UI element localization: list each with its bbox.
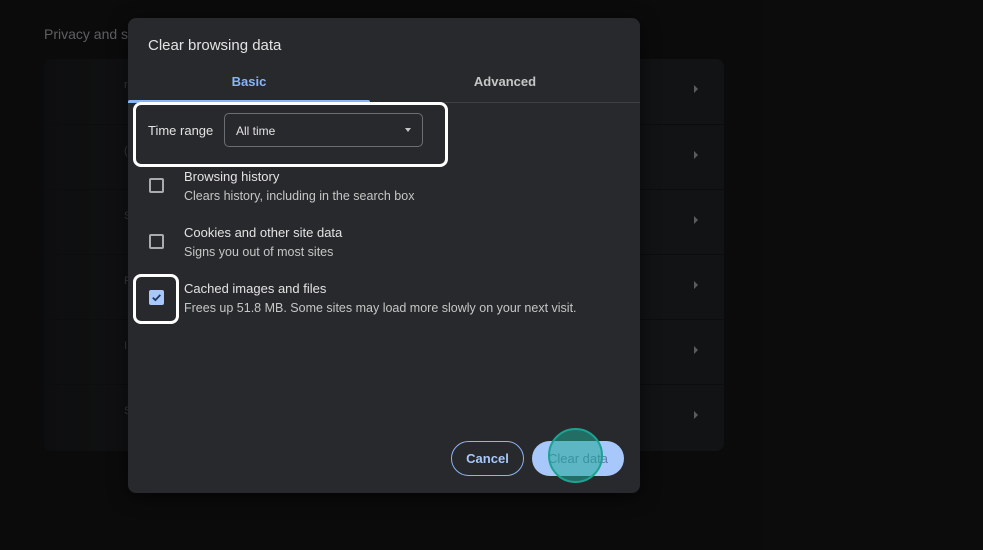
cached-images-checkbox[interactable]	[149, 290, 164, 305]
option-description: Clears history, including in the search …	[184, 189, 415, 203]
tab-advanced[interactable]: Advanced	[370, 70, 640, 102]
cancel-button[interactable]: Cancel	[451, 441, 524, 476]
time-range-value: All time	[236, 124, 276, 138]
time-range-label: Time range	[148, 123, 214, 138]
tab-basic[interactable]: Basic	[128, 70, 370, 103]
option-title: Browsing history	[184, 169, 280, 184]
option-title: Cookies and other site data	[184, 225, 343, 240]
dialog-title: Clear browsing data	[148, 37, 282, 54]
option-cookies: Cookies and other site data Signs you ou…	[128, 225, 640, 269]
option-cached-images: Cached images and files Frees up 51.8 MB…	[128, 281, 640, 325]
checkmark-icon	[152, 294, 161, 302]
option-title: Cached images and files	[184, 281, 327, 296]
clear-browsing-data-dialog: Clear browsing data Basic Advanced Time …	[128, 18, 640, 493]
cookies-checkbox[interactable]	[149, 234, 164, 249]
option-description: Frees up 51.8 MB. Some sites may load mo…	[184, 301, 577, 315]
option-browsing-history: Browsing history Clears history, includi…	[128, 169, 640, 213]
tab-bar: Basic Advanced	[128, 70, 640, 103]
clear-data-button[interactable]: Clear data	[532, 441, 624, 476]
time-range-select[interactable]: All time	[224, 113, 423, 147]
option-description: Signs you out of most sites	[184, 245, 334, 259]
caret-down-icon	[405, 128, 411, 132]
browsing-history-checkbox[interactable]	[149, 178, 164, 193]
